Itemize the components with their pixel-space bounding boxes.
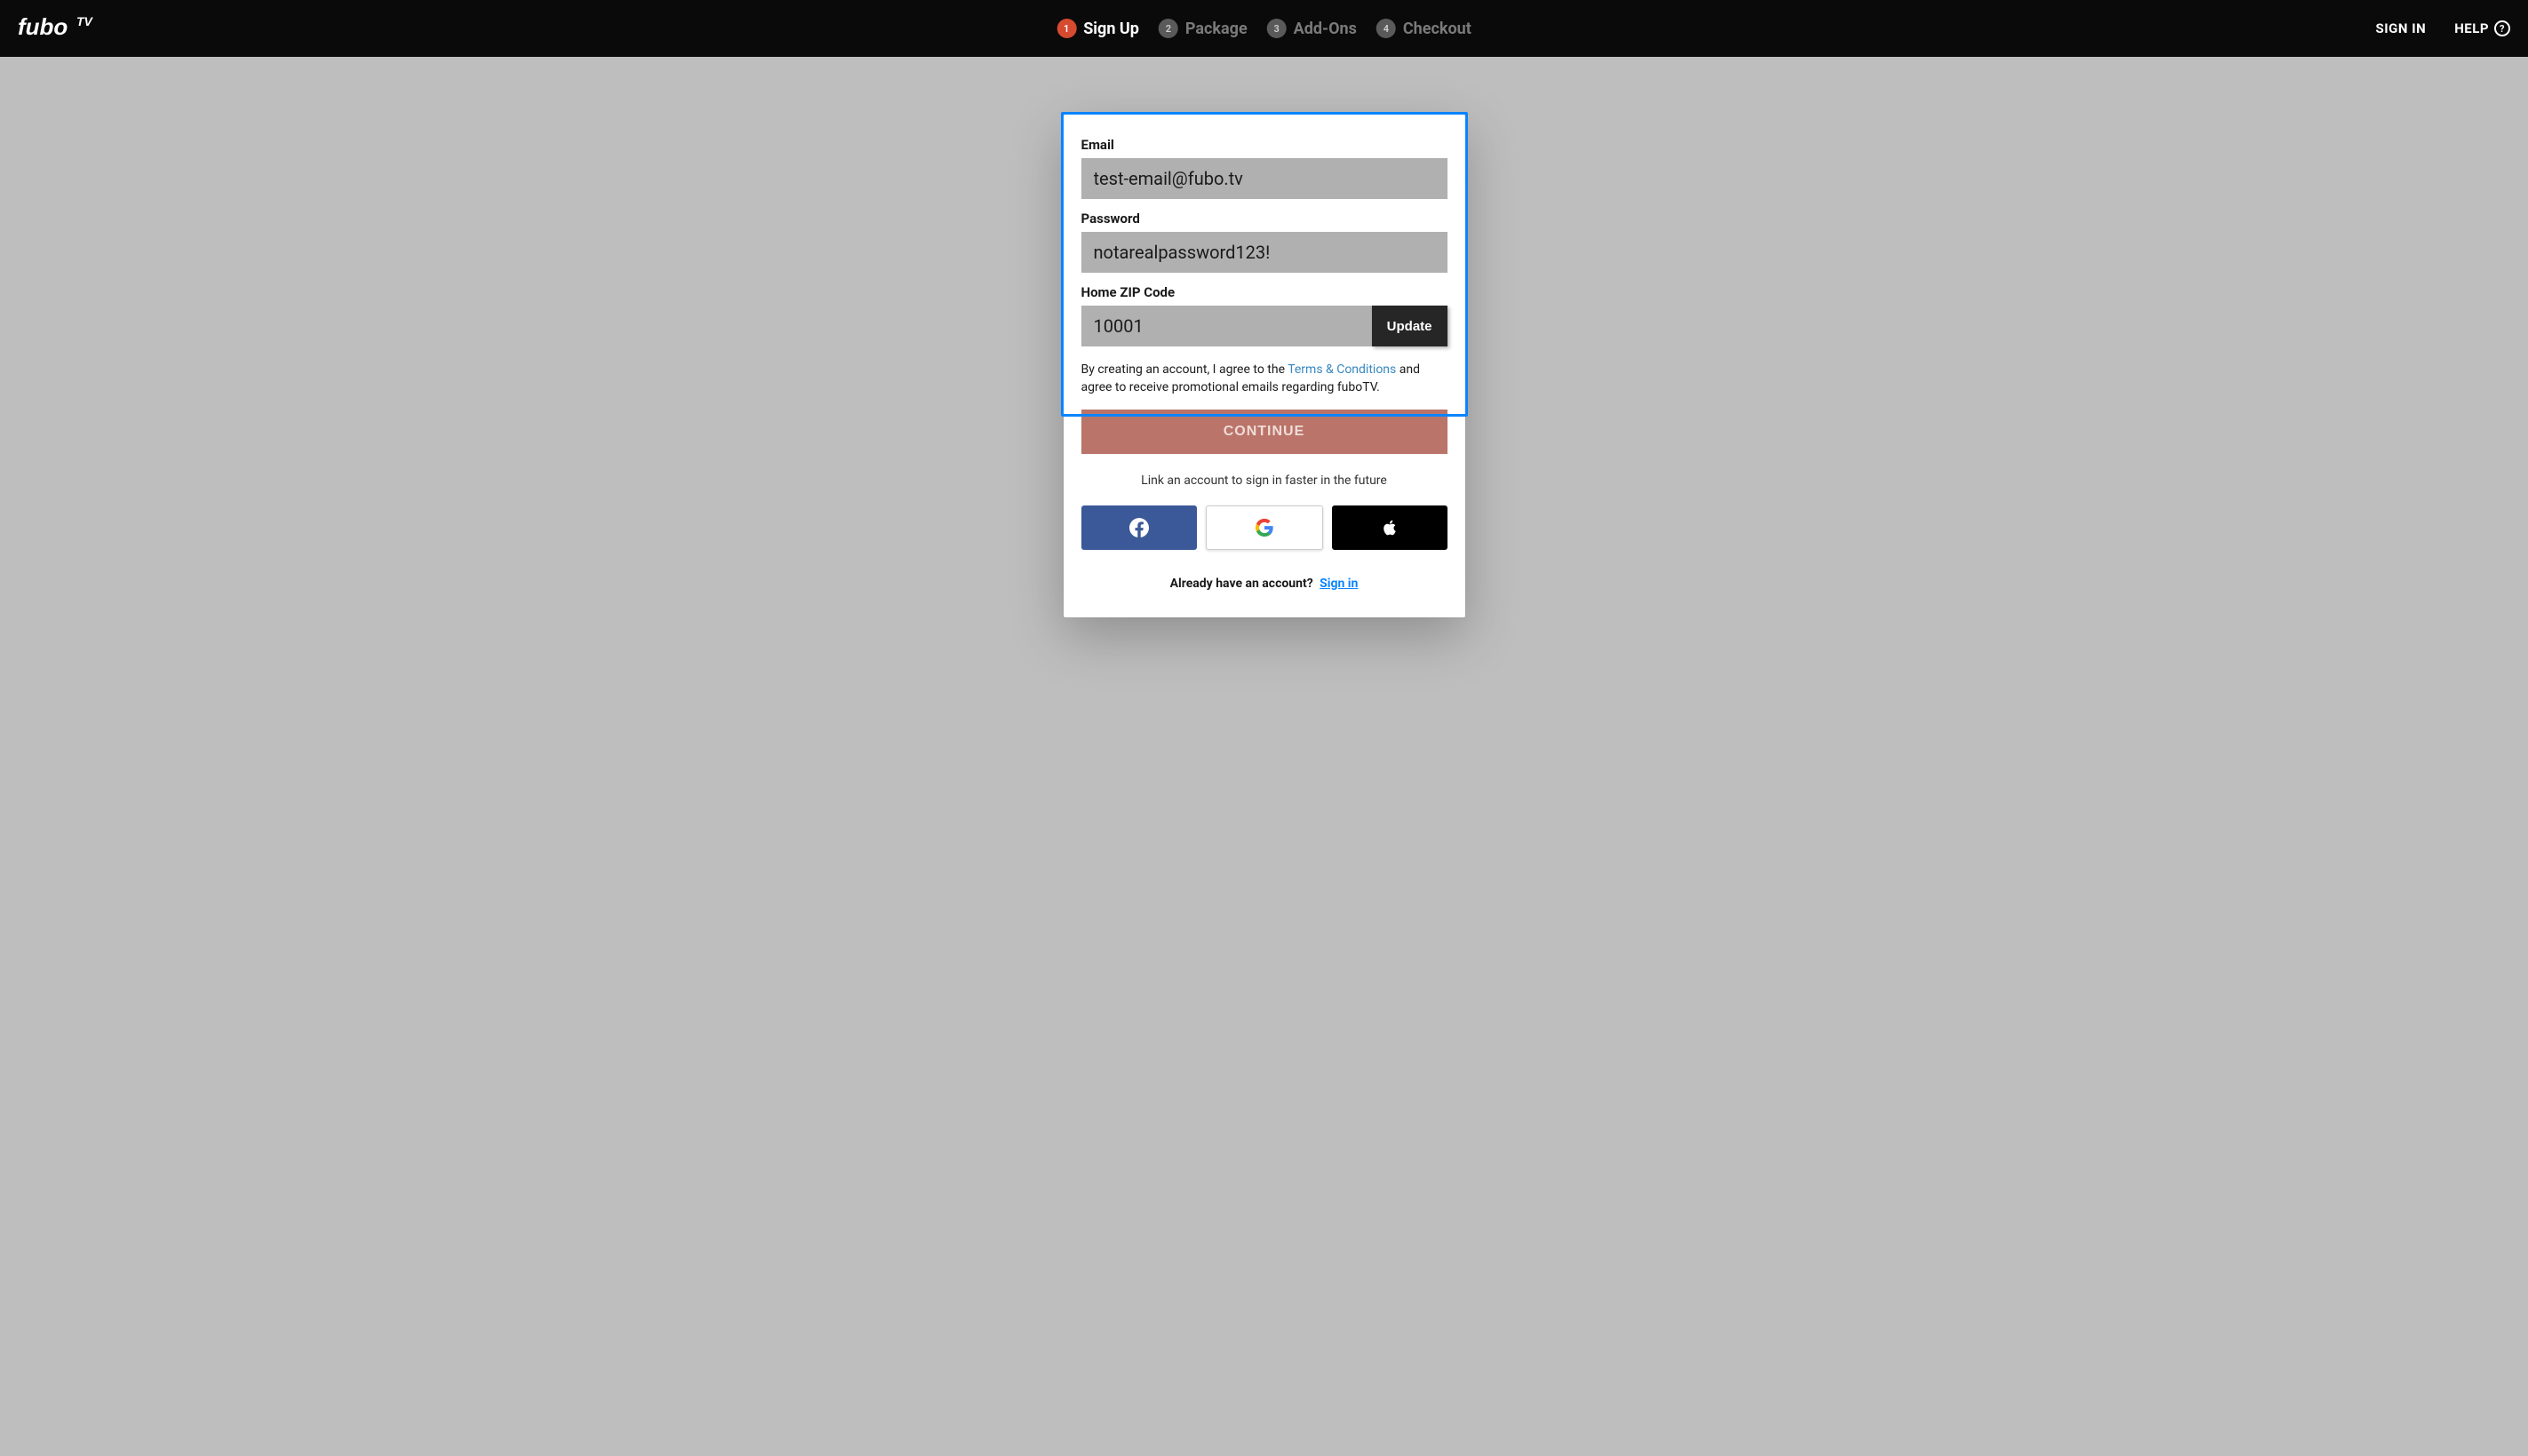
svg-text:TV: TV xyxy=(76,14,94,28)
step-badge-1: 1 xyxy=(1057,19,1076,38)
help-link[interactable]: HELP ? xyxy=(2454,20,2510,36)
page-body: Email Password Home ZIP Code Update By c… xyxy=(0,57,2528,1456)
svg-text:fubo: fubo xyxy=(18,13,68,40)
step-badge-2: 2 xyxy=(1159,19,1178,38)
step-package: 2 Package xyxy=(1159,19,1248,38)
step-label-4: Checkout xyxy=(1403,20,1471,38)
help-label: HELP xyxy=(2454,20,2489,36)
zip-input[interactable] xyxy=(1081,306,1372,346)
fubotv-logo[interactable]: fubo TV xyxy=(18,13,107,44)
header: fubo TV 1 Sign Up 2 Package 3 Add-Ons 4 … xyxy=(0,0,2528,57)
zip-label: Home ZIP Code xyxy=(1081,284,1447,300)
step-badge-3: 3 xyxy=(1267,19,1287,38)
signin-link-bottom[interactable]: Sign in xyxy=(1320,577,1358,591)
already-have-account: Already have an account? Sign in xyxy=(1081,577,1447,591)
email-group: Email xyxy=(1081,137,1447,199)
facebook-button[interactable] xyxy=(1081,505,1197,550)
email-input[interactable] xyxy=(1081,158,1447,199)
terms-prefix: By creating an account, I agree to the xyxy=(1081,362,1288,377)
signup-steps: 1 Sign Up 2 Package 3 Add-Ons 4 Checkout xyxy=(1057,19,1471,38)
fubotv-logo-svg: fubo TV xyxy=(18,13,107,44)
social-row xyxy=(1081,505,1447,550)
password-input[interactable] xyxy=(1081,232,1447,273)
password-group: Password xyxy=(1081,211,1447,273)
google-button[interactable] xyxy=(1206,505,1323,550)
terms-link[interactable]: Terms & Conditions xyxy=(1288,362,1396,377)
zip-group: Home ZIP Code Update xyxy=(1081,284,1447,346)
terms-text: By creating an account, I agree to the T… xyxy=(1081,361,1447,397)
step-label-2: Package xyxy=(1185,20,1248,38)
link-account-text: Link an account to sign in faster in the… xyxy=(1081,473,1447,488)
step-badge-4: 4 xyxy=(1376,19,1396,38)
step-label-3: Add-Ons xyxy=(1294,20,1357,38)
step-addons: 3 Add-Ons xyxy=(1267,19,1357,38)
apple-button[interactable] xyxy=(1332,505,1447,550)
google-icon xyxy=(1255,518,1274,537)
signin-link[interactable]: SIGN IN xyxy=(2376,20,2427,36)
apple-icon xyxy=(1381,517,1399,538)
already-text: Already have an account? xyxy=(1170,577,1317,591)
email-label: Email xyxy=(1081,137,1447,153)
signup-card: Email Password Home ZIP Code Update By c… xyxy=(1064,115,1465,617)
header-right: SIGN IN HELP ? xyxy=(2376,20,2510,36)
facebook-icon xyxy=(1129,518,1149,537)
step-signup: 1 Sign Up xyxy=(1057,19,1139,38)
step-checkout: 4 Checkout xyxy=(1376,19,1471,38)
password-label: Password xyxy=(1081,211,1447,227)
continue-button[interactable]: CONTINUE xyxy=(1081,410,1447,454)
help-icon: ? xyxy=(2494,20,2510,36)
step-label-1: Sign Up xyxy=(1083,20,1139,38)
update-button[interactable]: Update xyxy=(1372,306,1447,346)
